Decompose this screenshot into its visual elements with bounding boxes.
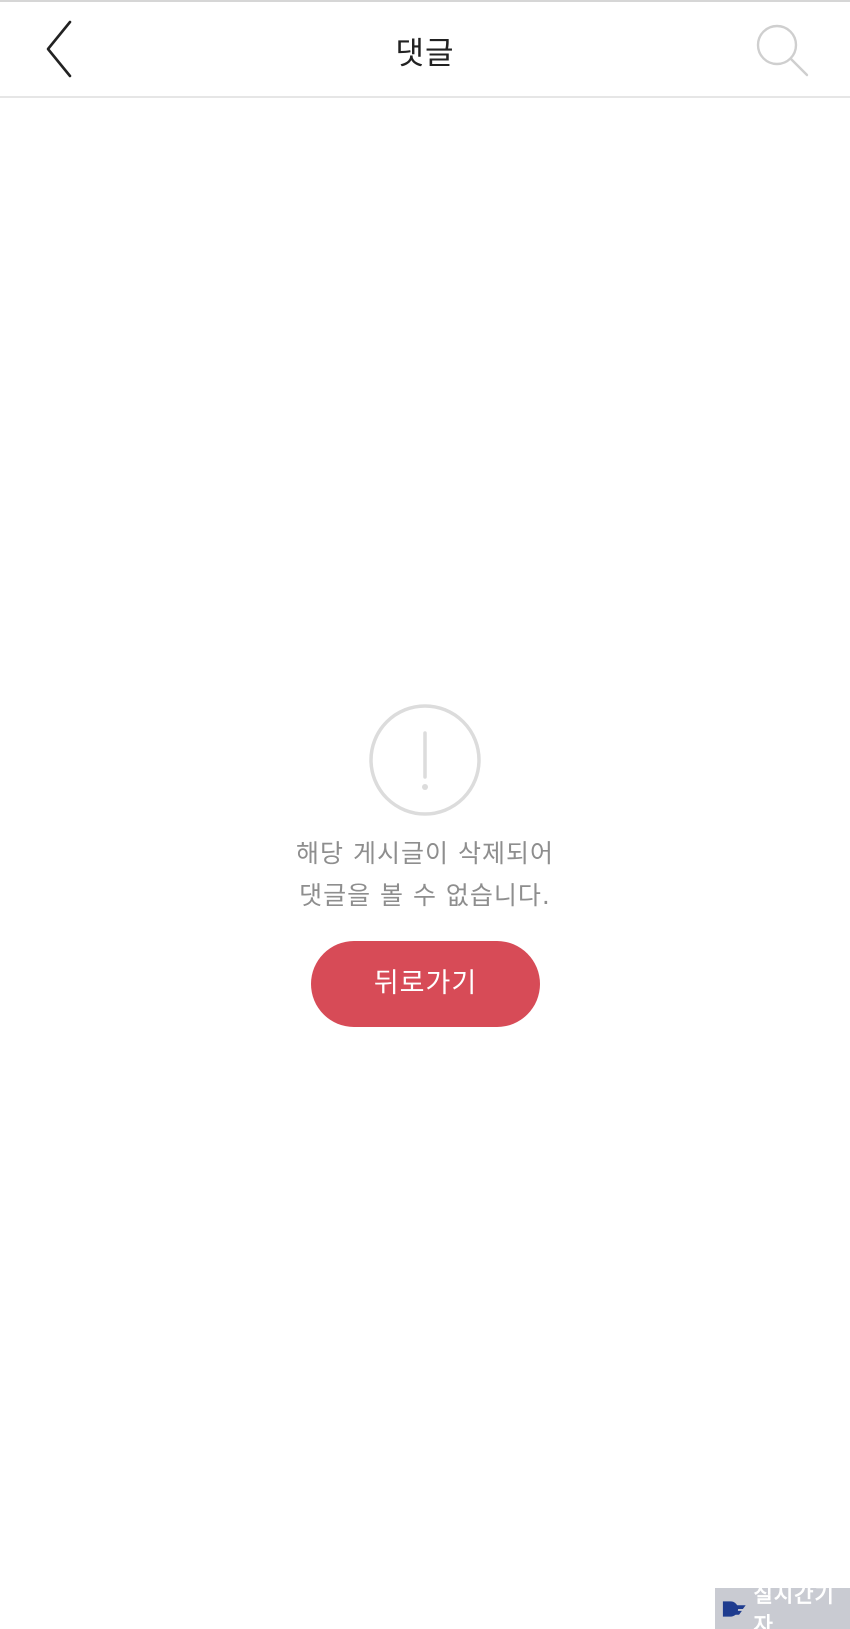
exclamation-circle-icon	[368, 703, 482, 817]
watermark-text: 실시간기자	[753, 1582, 835, 1629]
dc-logo-icon	[722, 1600, 746, 1617]
comments-page: 댓글 해당 게시글이 삭제되어 댓글을 볼 수 없습니다. 뒤로가기 실시간기자	[0, 0, 850, 1629]
empty-message-line1: 해당 게시글이 삭제되어	[296, 839, 554, 868]
top-bar: 댓글	[0, 0, 850, 98]
watermark: 실시간기자	[715, 1583, 850, 1629]
page-title: 댓글	[395, 36, 455, 72]
search-icon	[756, 24, 809, 77]
go-back-button[interactable]: 뒤로가기	[311, 941, 540, 1027]
empty-message-line2: 댓글을 볼 수 없습니다.	[299, 881, 551, 910]
search-button[interactable]	[754, 22, 812, 80]
